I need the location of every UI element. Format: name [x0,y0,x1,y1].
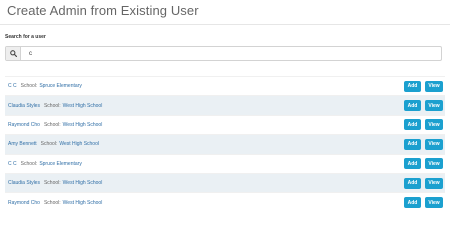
user-row: Raymond Cho School: West High School Add Vie… [5,192,445,211]
view-button[interactable]: View [425,100,443,112]
add-button[interactable]: Add [404,177,421,189]
search-input[interactable] [21,47,441,60]
add-button[interactable]: Add [404,197,421,209]
school-label: School: [20,83,38,90]
page-title: Create Admin from Existing User [7,3,199,18]
title-divider [0,24,450,25]
user-name-link[interactable]: Raymond Cho [8,122,40,128]
view-button[interactable]: View [425,158,443,170]
school-label: School: [43,180,61,187]
user-name-link[interactable]: Claudia Styles [8,180,40,186]
user-row: Raymond Cho School: West High School Add Vie… [5,114,445,134]
view-button[interactable]: View [425,138,443,150]
search-field [5,46,442,61]
school-link[interactable]: West High School [59,141,99,147]
view-button[interactable]: View [425,119,443,131]
add-button[interactable]: Add [404,100,421,112]
view-button[interactable]: View [425,197,443,209]
school-label: School: [43,102,61,109]
add-button[interactable]: Add [404,80,421,92]
user-name-link[interactable]: Raymond Cho [8,200,40,206]
user-name-link[interactable]: Claudia Styles [8,103,40,109]
school-label: School: [43,199,61,206]
school-link[interactable]: West High School [63,122,103,128]
view-button[interactable]: View [425,177,443,189]
user-name-link[interactable]: C C [8,83,17,89]
school-link[interactable]: West High School [63,103,103,109]
add-button[interactable]: Add [404,138,421,150]
school-link[interactable]: Spruce Elementary [39,83,82,89]
user-row: Claudia Styles School: West High School Add… [5,172,445,193]
school-label: School: [40,141,58,148]
school-link[interactable]: West High School [63,180,103,186]
add-button[interactable]: Add [404,119,421,131]
school-label: School: [43,121,61,128]
search-label: Search for a user [5,34,46,40]
user-list: C C School: Spruce Elementary Add View Claudi… [5,76,445,212]
school-link[interactable]: West High School [63,200,103,206]
view-button[interactable]: View [425,80,443,92]
user-row: Claudia Styles School: West High School Add… [5,95,445,115]
user-row: C C School: Spruce Elementary Add View [5,76,445,95]
search-icon[interactable] [6,47,21,60]
user-name-link[interactable]: C C [8,161,17,167]
user-row: C C School: Spruce Elementary Add View [5,153,445,173]
user-row: Amy Bennett School: West High School Add Vie… [5,134,445,154]
add-button[interactable]: Add [404,158,421,170]
school-link[interactable]: Spruce Elementary [39,161,82,167]
user-name-link[interactable]: Amy Bennett [8,141,37,147]
school-label: School: [20,160,38,167]
